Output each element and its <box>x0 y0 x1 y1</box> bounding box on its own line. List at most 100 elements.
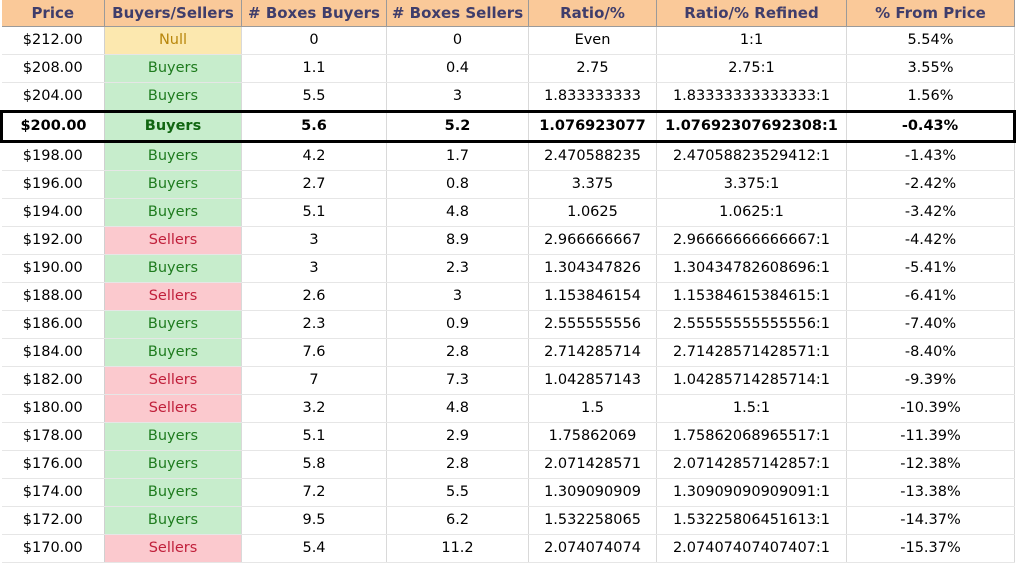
cell-signal[interactable]: Buyers <box>104 254 242 283</box>
cell-ratio_ref[interactable]: 1.0625:1 <box>656 198 847 227</box>
cell-ratio_ref[interactable]: 2.47058823529412:1 <box>656 141 847 171</box>
table-row[interactable]: $192.00 Sellers 3 8.9 2.966666667 2.966666666… <box>1 226 1015 255</box>
cell-price[interactable]: $178.00 <box>1 422 105 451</box>
cell-boxes_buy[interactable]: 7.6 <box>241 338 387 367</box>
cell-pct_price[interactable]: -9.39% <box>846 366 1015 395</box>
cell-pct_price[interactable]: 3.55% <box>846 54 1015 83</box>
cell-signal[interactable]: Null <box>104 26 242 55</box>
cell-pct_price[interactable]: -1.43% <box>846 141 1015 171</box>
cell-boxes_sell[interactable]: 1.7 <box>386 141 529 171</box>
table-row[interactable]: $198.00 Buyers 4.2 1.7 2.470588235 2.47058823… <box>1 141 1015 171</box>
cell-boxes_sell[interactable]: 5.2 <box>386 110 529 143</box>
table-row[interactable]: $208.00 Buyers 1.1 0.4 2.75 2.75:1 3.55% <box>1 54 1015 83</box>
column-header-pct_price[interactable]: % From Price <box>846 0 1015 27</box>
cell-pct_price[interactable]: -10.39% <box>846 394 1015 423</box>
cell-boxes_buy[interactable]: 2.7 <box>241 170 387 199</box>
cell-boxes_sell[interactable]: 0.8 <box>386 170 529 199</box>
cell-signal[interactable]: Buyers <box>104 422 242 451</box>
cell-price[interactable]: $200.00 <box>0 110 105 143</box>
table-row[interactable]: $172.00 Buyers 9.5 6.2 1.532258065 1.53225806… <box>1 506 1015 535</box>
table-row[interactable]: $180.00 Sellers 3.2 4.8 1.5 1.5:1 -10.39% <box>1 394 1015 423</box>
cell-price[interactable]: $212.00 <box>1 26 105 55</box>
cell-ratio[interactable]: 2.75 <box>528 54 657 83</box>
cell-price[interactable]: $204.00 <box>1 82 105 112</box>
cell-pct_price[interactable]: -8.40% <box>846 338 1015 367</box>
table-row[interactable]: $196.00 Buyers 2.7 0.8 3.375 3.375:1 -2.42% <box>1 170 1015 199</box>
cell-ratio_ref[interactable]: 2.75:1 <box>656 54 847 83</box>
cell-signal[interactable]: Buyers <box>104 310 242 339</box>
column-header-boxes_buy[interactable]: # Boxes Buyers <box>241 0 387 27</box>
cell-boxes_sell[interactable]: 4.8 <box>386 394 529 423</box>
cell-ratio_ref[interactable]: 1.04285714285714:1 <box>656 366 847 395</box>
cell-ratio_ref[interactable]: 2.07407407407407:1 <box>656 534 847 563</box>
cell-pct_price[interactable]: 1.56% <box>846 82 1015 112</box>
cell-boxes_sell[interactable]: 2.9 <box>386 422 529 451</box>
cell-signal[interactable]: Buyers <box>104 506 242 535</box>
cell-signal[interactable]: Sellers <box>104 282 242 311</box>
cell-price[interactable]: $170.00 <box>1 534 105 563</box>
cell-ratio[interactable]: 1.304347826 <box>528 254 657 283</box>
cell-pct_price[interactable]: -11.39% <box>846 422 1015 451</box>
table-row[interactable]: $182.00 Sellers 7 7.3 1.042857143 1.042857142… <box>1 366 1015 395</box>
table-row[interactable]: $194.00 Buyers 5.1 4.8 1.0625 1.0625:1 -3.42% <box>1 198 1015 227</box>
cell-signal[interactable]: Sellers <box>104 394 242 423</box>
cell-ratio[interactable]: 2.071428571 <box>528 450 657 479</box>
cell-signal[interactable]: Buyers <box>104 170 242 199</box>
cell-pct_price[interactable]: -0.43% <box>846 110 1016 143</box>
cell-ratio[interactable]: 1.076923077 <box>528 110 657 143</box>
cell-price[interactable]: $190.00 <box>1 254 105 283</box>
cell-price[interactable]: $184.00 <box>1 338 105 367</box>
table-row[interactable]: $200.00 Buyers 5.6 5.2 1.076923077 1.07692307… <box>0 110 1016 143</box>
cell-ratio[interactable]: 1.5 <box>528 394 657 423</box>
cell-signal[interactable]: Buyers <box>104 141 242 171</box>
cell-pct_price[interactable]: 5.54% <box>846 26 1015 55</box>
cell-price[interactable]: $180.00 <box>1 394 105 423</box>
cell-ratio[interactable]: 2.714285714 <box>528 338 657 367</box>
cell-boxes_buy[interactable]: 2.3 <box>241 310 387 339</box>
table-row[interactable]: $184.00 Buyers 7.6 2.8 2.714285714 2.71428571… <box>1 338 1015 367</box>
cell-signal[interactable]: Buyers <box>104 450 242 479</box>
cell-pct_price[interactable]: -7.40% <box>846 310 1015 339</box>
cell-pct_price[interactable]: -13.38% <box>846 478 1015 507</box>
cell-ratio[interactable]: 2.966666667 <box>528 226 657 255</box>
cell-ratio[interactable]: 1.833333333 <box>528 82 657 112</box>
cell-boxes_sell[interactable]: 2.8 <box>386 450 529 479</box>
cell-ratio[interactable]: Even <box>528 26 657 55</box>
cell-ratio_ref[interactable]: 1.30909090909091:1 <box>656 478 847 507</box>
table-row[interactable]: $212.00 Null 0 0 Even 1:1 5.54% <box>1 26 1015 55</box>
cell-boxes_sell[interactable]: 6.2 <box>386 506 529 535</box>
table-row[interactable]: $190.00 Buyers 3 2.3 1.304347826 1.3043478260… <box>1 254 1015 283</box>
cell-price[interactable]: $208.00 <box>1 54 105 83</box>
cell-boxes_buy[interactable]: 1.1 <box>241 54 387 83</box>
cell-signal[interactable]: Buyers <box>104 110 242 143</box>
cell-ratio[interactable]: 2.555555556 <box>528 310 657 339</box>
cell-ratio_ref[interactable]: 2.96666666666667:1 <box>656 226 847 255</box>
cell-price[interactable]: $182.00 <box>1 366 105 395</box>
table-row[interactable]: $186.00 Buyers 2.3 0.9 2.555555556 2.55555555… <box>1 310 1015 339</box>
cell-ratio_ref[interactable]: 1.07692307692308:1 <box>656 110 847 143</box>
cell-boxes_sell[interactable]: 3 <box>386 82 529 112</box>
cell-ratio_ref[interactable]: 2.07142857142857:1 <box>656 450 847 479</box>
cell-boxes_buy[interactable]: 3 <box>241 254 387 283</box>
cell-ratio[interactable]: 3.375 <box>528 170 657 199</box>
cell-boxes_sell[interactable]: 2.8 <box>386 338 529 367</box>
cell-price[interactable]: $192.00 <box>1 226 105 255</box>
cell-ratio[interactable]: 2.074074074 <box>528 534 657 563</box>
cell-price[interactable]: $174.00 <box>1 478 105 507</box>
cell-boxes_sell[interactable]: 0.9 <box>386 310 529 339</box>
cell-boxes_buy[interactable]: 5.1 <box>241 422 387 451</box>
cell-signal[interactable]: Sellers <box>104 366 242 395</box>
cell-ratio_ref[interactable]: 1:1 <box>656 26 847 55</box>
cell-pct_price[interactable]: -3.42% <box>846 198 1015 227</box>
column-header-ratio_ref[interactable]: Ratio/% Refined <box>656 0 847 27</box>
cell-ratio[interactable]: 1.75862069 <box>528 422 657 451</box>
cell-boxes_sell[interactable]: 11.2 <box>386 534 529 563</box>
cell-boxes_sell[interactable]: 7.3 <box>386 366 529 395</box>
cell-boxes_buy[interactable]: 5.6 <box>241 110 387 143</box>
cell-signal[interactable]: Buyers <box>104 54 242 83</box>
cell-boxes_buy[interactable]: 3.2 <box>241 394 387 423</box>
cell-boxes_buy[interactable]: 9.5 <box>241 506 387 535</box>
cell-ratio_ref[interactable]: 1.53225806451613:1 <box>656 506 847 535</box>
cell-price[interactable]: $194.00 <box>1 198 105 227</box>
cell-ratio_ref[interactable]: 2.55555555555556:1 <box>656 310 847 339</box>
